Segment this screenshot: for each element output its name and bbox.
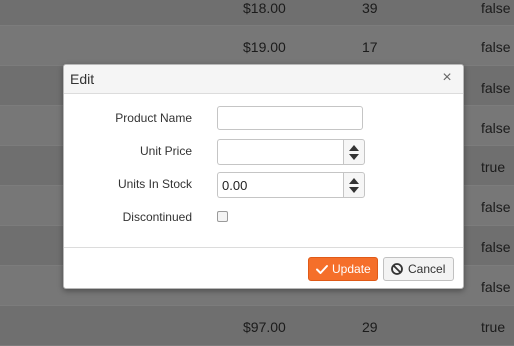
stock-cell: 29 (362, 319, 378, 335)
discontinued-cell: false (481, 279, 511, 295)
product-name-input[interactable] (217, 106, 363, 130)
unit-price-spinner[interactable] (343, 139, 365, 165)
units-in-stock-spinner[interactable] (343, 172, 365, 198)
update-button[interactable]: Update (308, 257, 378, 281)
cancel-icon (390, 258, 404, 287)
arrow-down-icon[interactable] (349, 154, 359, 160)
close-icon[interactable]: × (439, 69, 455, 87)
dialog-titlebar[interactable]: Edit × (64, 65, 463, 94)
cancel-button[interactable]: Cancel (383, 257, 454, 281)
arrow-up-icon[interactable] (349, 145, 359, 151)
units-in-stock-label: Units In Stock (117, 177, 192, 191)
dialog-footer-divider (64, 247, 463, 248)
unit-price-numeric (217, 139, 365, 165)
price-cell: $19.00 (243, 39, 286, 55)
units-in-stock-input[interactable]: 0.00 (217, 172, 343, 198)
cancel-button-label: Cancel (408, 262, 446, 276)
table-row: $97.00 29 true (0, 306, 514, 346)
unit-price-label: Unit Price (139, 144, 192, 158)
units-in-stock-numeric: 0.00 (217, 172, 365, 198)
stock-cell: 17 (362, 39, 378, 55)
discontinued-cell: true (481, 319, 506, 335)
price-cell: $97.00 (243, 319, 286, 335)
dialog-title: Edit (70, 71, 95, 87)
check-icon (315, 258, 329, 287)
discontinued-cell: false (481, 80, 511, 96)
stock-cell: 39 (362, 0, 378, 16)
edit-dialog: Edit × Product Name Unit Price Units In … (63, 64, 464, 289)
update-button-label: Update (332, 262, 371, 276)
discontinued-checkbox[interactable] (217, 211, 228, 222)
discontinued-cell: false (481, 0, 511, 16)
table-row: $18.00 39 false (0, 0, 514, 26)
discontinued-cell: false (481, 239, 511, 255)
arrow-up-icon[interactable] (349, 178, 359, 184)
unit-price-input[interactable] (217, 139, 343, 165)
discontinued-cell: false (481, 199, 511, 215)
arrow-down-icon[interactable] (349, 187, 359, 193)
product-name-label: Product Name (115, 111, 192, 125)
discontinued-label: Discontinued (122, 210, 192, 224)
table-row: $19.00 17 false (0, 26, 514, 66)
price-cell: $18.00 (243, 0, 286, 16)
discontinued-cell: false (481, 39, 511, 55)
discontinued-cell: false (481, 120, 511, 136)
discontinued-cell: true (481, 159, 506, 175)
